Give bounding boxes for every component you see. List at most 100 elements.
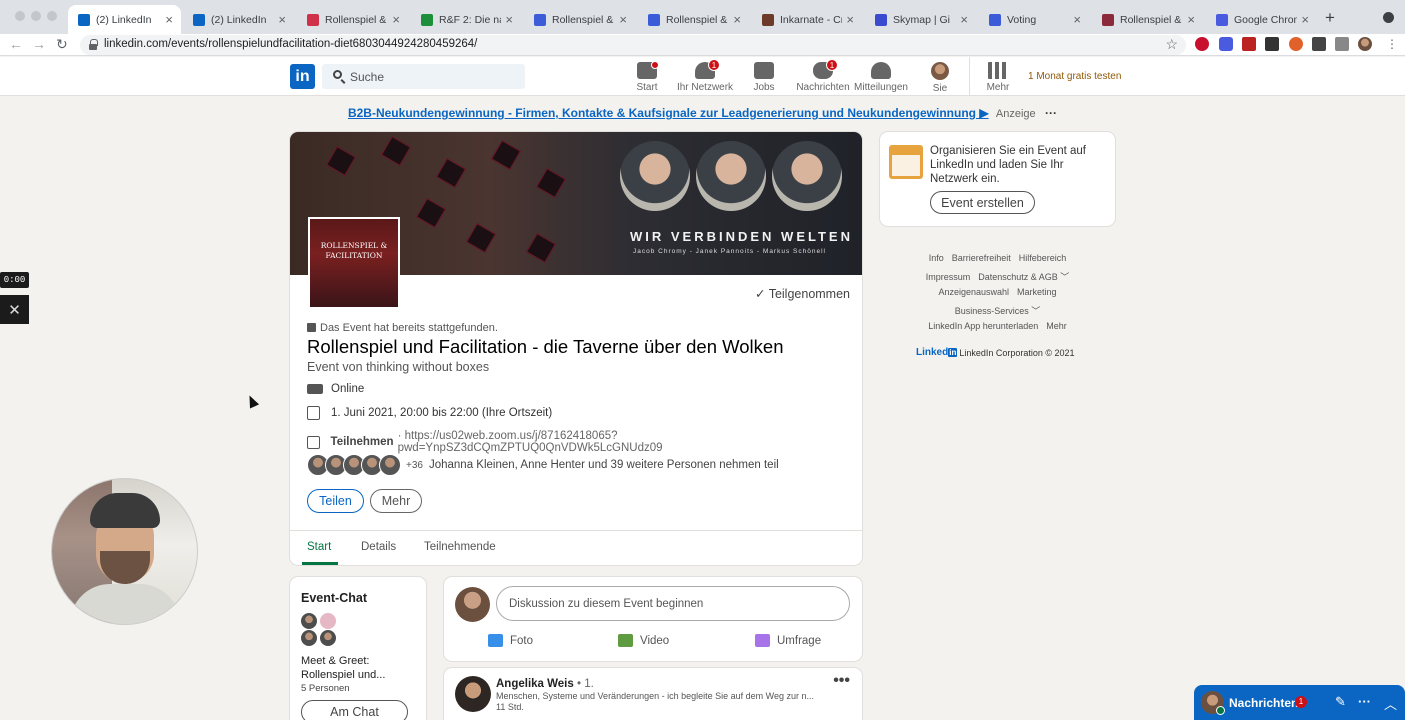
tab-attendees[interactable]: Teilnehmende — [424, 541, 496, 553]
messaging-dock[interactable]: Nachrichten 1 ✎ ··· ︿ — [1194, 685, 1405, 720]
url-text[interactable]: linkedin.com/events/rollenspielundfacili… — [104, 38, 477, 50]
footer-link[interactable]: Datenschutz & AGB ﹀ — [978, 272, 1069, 282]
organizer-link[interactable]: thinking without boxes — [366, 360, 489, 374]
window-zoom-dot[interactable] — [47, 11, 57, 21]
reading-list-icon[interactable] — [1335, 37, 1349, 51]
ad-link[interactable]: B2B-Neukundengewinnung - Firmen, Kontakt… — [348, 106, 989, 120]
nav-sie[interactable]: Sie — [910, 61, 970, 94]
more-button[interactable]: Mehr — [370, 489, 422, 513]
post-author-avatar[interactable] — [455, 676, 491, 712]
close-tab-icon[interactable]: × — [1073, 12, 1081, 27]
browser-tab[interactable]: (2) LinkedIn × — [183, 5, 294, 34]
messaging-label: Nachrichten — [1229, 696, 1299, 710]
browser-tab[interactable]: Google Chrome × — [1206, 5, 1317, 34]
tab-search-icon[interactable] — [1383, 12, 1394, 23]
close-tab-icon[interactable]: × — [960, 12, 968, 27]
nav-jobs[interactable]: Jobs — [734, 61, 794, 93]
close-tab-icon[interactable]: × — [165, 12, 173, 27]
footer-link[interactable]: Barrierefreiheit — [952, 253, 1011, 263]
tab-title: Google Chrome — [1234, 13, 1297, 26]
footer-link[interactable]: Marketing — [1017, 287, 1057, 297]
event-logo-text: ROLLENSPIEL & — [320, 241, 388, 250]
network-icon: 1 — [695, 59, 720, 79]
footer-link[interactable]: Business-Services ﹀ — [955, 306, 1041, 316]
search-input[interactable]: Suche — [322, 64, 525, 89]
nav-label: Sie — [932, 83, 948, 94]
post-author-name[interactable]: Angelika Weis — [496, 678, 574, 690]
browser-tab[interactable]: Rollenspiel & Fa × — [638, 5, 749, 34]
event-logo: ROLLENSPIEL & FACILITATION — [308, 217, 400, 309]
premium-link[interactable]: 1 Monat gratis testen — [1028, 71, 1121, 82]
nav-start[interactable]: Start — [617, 61, 677, 93]
footer-logo-text: Linked — [916, 347, 949, 358]
forward-icon[interactable]: → — [32, 36, 46, 52]
footer-link[interactable]: Impressum — [926, 272, 971, 282]
back-icon[interactable]: ← — [9, 36, 23, 52]
linkedin-header: in Suche Start 1 Ihr Netzwerk Jobs 1 Nachrich… — [0, 57, 1405, 96]
footer-link[interactable]: Hilfebereich — [1019, 253, 1067, 263]
discussion-input[interactable]: Diskussion zu diesem Event beginnen — [496, 586, 850, 621]
event-organizer: Event von thinking without boxes — [307, 360, 489, 374]
linkedin-logo[interactable]: in — [290, 64, 315, 89]
share-button[interactable]: Teilen — [307, 489, 364, 513]
browser-tab[interactable]: Rollenspiel & Fa × — [524, 5, 635, 34]
tab-start[interactable]: Start — [307, 541, 331, 553]
ad-menu-icon[interactable]: ··· — [1045, 106, 1057, 120]
puzzle-icon[interactable] — [1312, 37, 1326, 51]
mouse-cursor — [244, 393, 260, 409]
browser-tab[interactable]: R&F 2: Die name × — [411, 5, 521, 34]
close-tab-icon[interactable]: × — [505, 12, 513, 27]
extension-icon[interactable] — [1195, 37, 1209, 51]
video-action[interactable]: Video — [618, 634, 669, 647]
close-tab-icon[interactable]: × — [278, 12, 286, 27]
browser-tab[interactable]: Inkarnate - Crea × — [752, 5, 862, 34]
compose-icon[interactable]: ✎ — [1335, 694, 1346, 710]
tab-details[interactable]: Details — [361, 541, 396, 553]
nav-ihr-netzwerk[interactable]: 1 Ihr Netzwerk — [675, 59, 735, 93]
url-field[interactable]: linkedin.com/events/rollenspielundfacili… — [80, 35, 1186, 55]
window-close-dot[interactable] — [15, 11, 25, 21]
window-minimize-dot[interactable] — [31, 11, 41, 21]
footer-link[interactable]: LinkedIn App herunterladen — [928, 321, 1038, 331]
close-tab-icon[interactable]: × — [1301, 12, 1309, 27]
post-menu-icon[interactable]: ••• — [833, 672, 850, 690]
footer-link[interactable]: Anzeigenauswahl — [938, 287, 1009, 297]
nav-mehr[interactable]: Mehr — [968, 61, 1028, 93]
close-tab-icon[interactable]: × — [392, 12, 400, 27]
close-tab-icon[interactable]: × — [619, 12, 627, 27]
nav-nachrichten[interactable]: 1 Nachrichten — [793, 59, 853, 93]
browser-tab[interactable]: Rollenspiel & Fa × — [1092, 5, 1203, 34]
extension-icon[interactable] — [1242, 37, 1256, 51]
attended-status[interactable]: ✓ Teilgenommen — [755, 286, 850, 301]
bookmark-star-icon[interactable]: ☆ — [1165, 36, 1178, 53]
close-tab-icon[interactable]: × — [1187, 12, 1195, 27]
join-chat-button[interactable]: Am Chat — [301, 700, 408, 720]
tab-title: (2) LinkedIn — [96, 13, 152, 26]
attendee-summary[interactable]: +36 Johanna Kleinen, Anne Henter und 39 … — [307, 454, 779, 476]
more-icon[interactable]: ··· — [1358, 694, 1371, 709]
browser-tab[interactable]: Skymap | Gi × — [865, 5, 976, 34]
join-link[interactable]: · https://us02web.zoom.us/j/87162418065?… — [398, 430, 862, 454]
browser-tab[interactable]: (2) LinkedIn × — [68, 5, 181, 34]
extension-icon[interactable] — [1219, 37, 1233, 51]
browser-menu-icon[interactable]: ⋮ — [1386, 37, 1398, 51]
poll-action[interactable]: Umfrage — [755, 634, 821, 647]
post-author[interactable]: Angelika Weis • 1. — [496, 678, 594, 690]
create-event-button[interactable]: Event erstellen — [930, 191, 1035, 214]
chat-name[interactable]: Meet & Greet: Rollenspiel und... — [301, 654, 411, 682]
profile-avatar[interactable] — [1358, 37, 1372, 51]
new-tab-button[interactable]: + — [1325, 8, 1335, 28]
extension-icon[interactable] — [1289, 37, 1303, 51]
browser-tab[interactable]: Voting × — [979, 5, 1089, 34]
footer-link[interactable]: Mehr — [1046, 321, 1067, 331]
browser-tab[interactable]: Rollenspiel & Fa × — [297, 5, 408, 34]
nav-mitteilungen[interactable]: Mitteilungen — [851, 61, 911, 93]
extension-icon[interactable] — [1265, 37, 1279, 51]
stop-recording-button[interactable]: ✕ — [0, 295, 29, 324]
photo-action[interactable]: Foto — [488, 634, 533, 647]
chevron-up-icon[interactable]: ︿ — [1384, 694, 1397, 713]
reload-icon[interactable]: ↻ — [56, 36, 68, 53]
close-tab-icon[interactable]: × — [846, 12, 854, 27]
footer-link[interactable]: Info — [929, 253, 944, 263]
close-tab-icon[interactable]: × — [733, 12, 741, 27]
